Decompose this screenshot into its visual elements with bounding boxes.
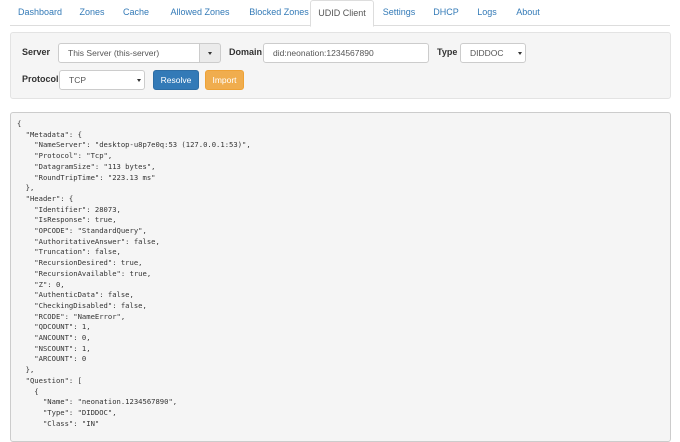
type-label: Type xyxy=(437,47,458,57)
type-select-value: DIDDOC xyxy=(470,48,504,58)
type-select[interactable]: DIDDOC xyxy=(460,43,526,63)
caret-down-icon xyxy=(208,52,212,55)
server-dropdown-button[interactable] xyxy=(199,43,221,63)
tab-udid-client[interactable]: UDID Client xyxy=(310,0,374,27)
domain-input[interactable]: did:neonation:1234567890 xyxy=(263,43,429,63)
protocol-label: Protocol xyxy=(22,74,59,84)
tab-logs[interactable]: Logs xyxy=(469,0,505,26)
tab-about[interactable]: About xyxy=(509,0,547,26)
resolve-button[interactable]: Resolve xyxy=(153,70,199,90)
tab-settings[interactable]: Settings xyxy=(376,0,422,26)
protocol-select[interactable]: TCP xyxy=(59,70,145,90)
server-label: Server xyxy=(22,47,51,57)
tab-cache[interactable]: Cache xyxy=(115,0,157,26)
caret-down-icon xyxy=(518,52,522,55)
domain-label: Domain xyxy=(229,47,263,57)
query-form-panel: Server This Server (this-server) Domain … xyxy=(10,32,671,99)
tab-allowed-zones[interactable]: Allowed Zones xyxy=(161,0,239,26)
tab-zones[interactable]: Zones xyxy=(72,0,112,26)
nav-tabs: Dashboard Zones Cache Allowed Zones Bloc… xyxy=(10,0,670,27)
protocol-select-value: TCP xyxy=(69,75,86,85)
response-output[interactable]: { "Metadata": { "NameServer": "desktop-u… xyxy=(10,112,671,442)
tab-dhcp[interactable]: DHCP xyxy=(426,0,466,26)
import-button[interactable]: Import xyxy=(205,70,244,90)
tab-dashboard[interactable]: Dashboard xyxy=(10,0,70,26)
response-json: { "Metadata": { "NameServer": "desktop-u… xyxy=(17,119,251,428)
server-input[interactable]: This Server (this-server) xyxy=(58,43,201,63)
caret-down-icon xyxy=(137,79,141,82)
tab-blocked-zones[interactable]: Blocked Zones xyxy=(239,0,319,26)
